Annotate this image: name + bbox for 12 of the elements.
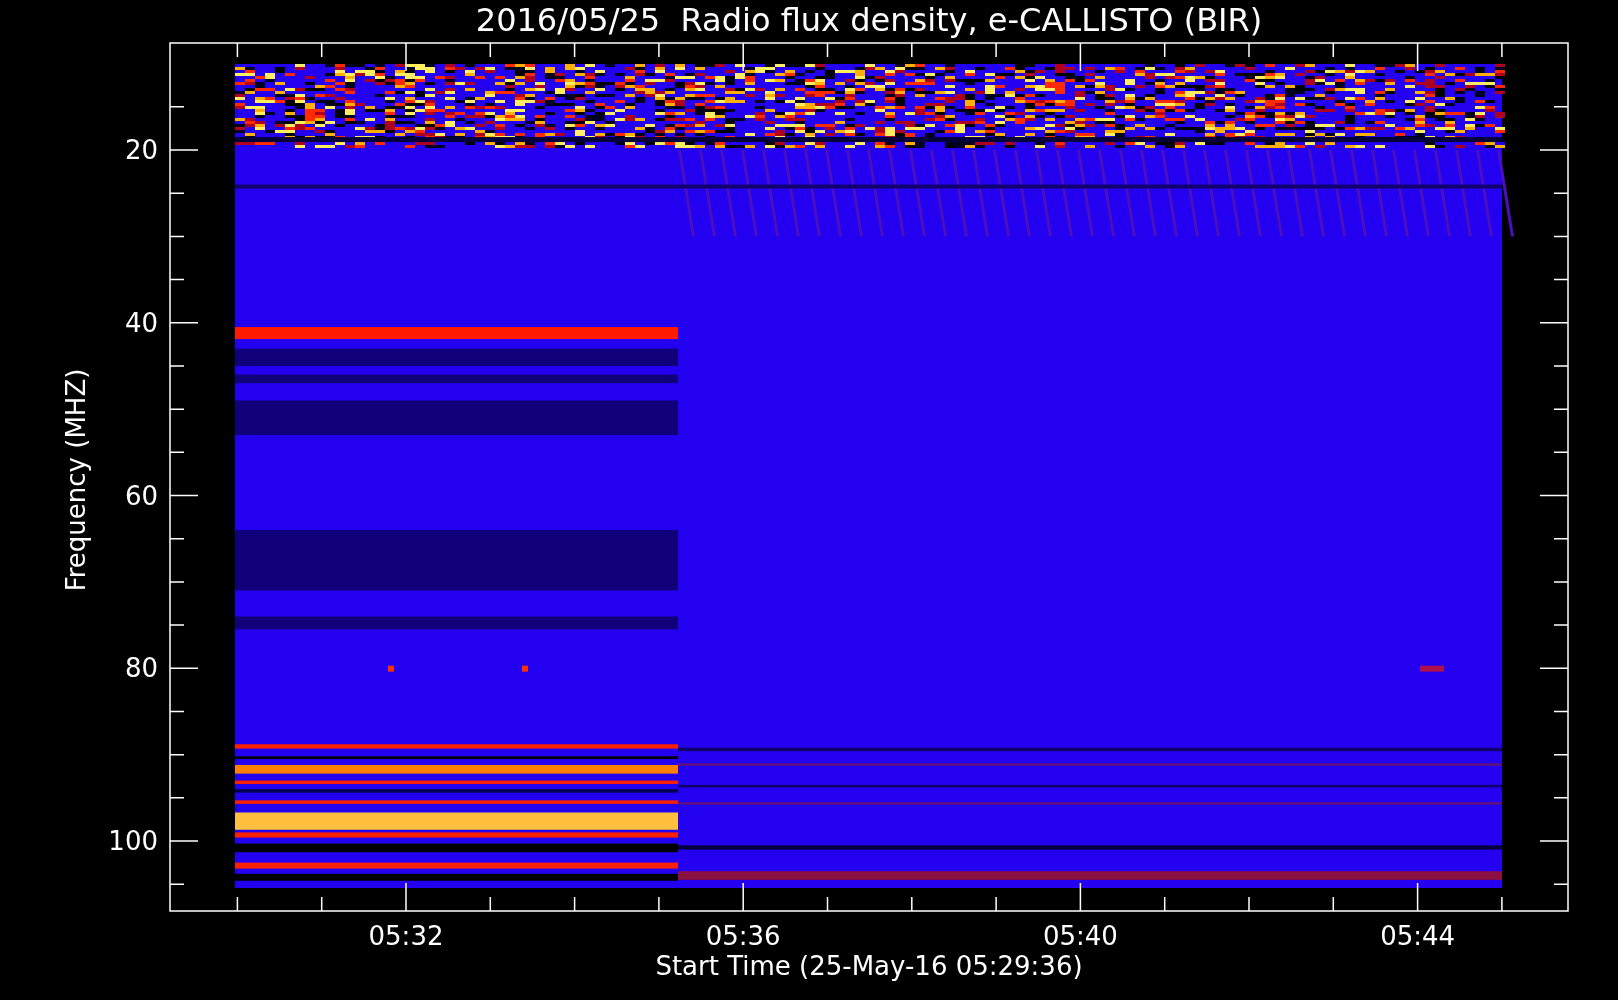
x-axis-label: Start Time (25-May-16 05:29:36) bbox=[655, 951, 1083, 981]
y-tick-label: 20 bbox=[124, 135, 158, 165]
y-axis-label: Frequency (MHZ) bbox=[61, 368, 91, 592]
x-tick-label: 05:36 bbox=[705, 921, 781, 951]
y-tick-label: 40 bbox=[124, 307, 158, 338]
y-tick-label: 80 bbox=[124, 653, 158, 684]
plot-title: 2016/05/25 Radio flux density, e-CALLISTO (BIR) bbox=[475, 1, 1263, 39]
x-tick-label: 05:32 bbox=[368, 921, 444, 951]
y-tick-label: 60 bbox=[124, 480, 158, 511]
y-tick-label: 100 bbox=[108, 826, 158, 856]
x-tick-label: 05:40 bbox=[1042, 921, 1118, 951]
x-tick-label: 05:44 bbox=[1380, 921, 1456, 951]
